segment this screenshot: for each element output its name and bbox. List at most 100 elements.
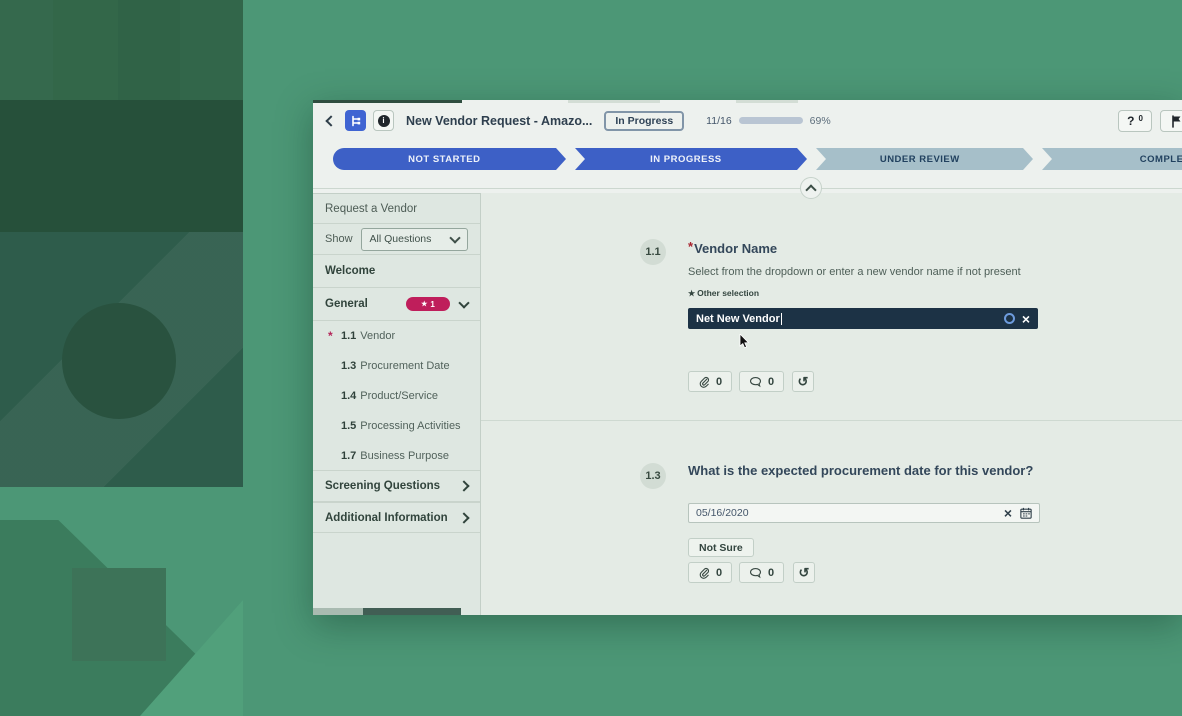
stage-not-started[interactable]: NOT STARTED	[333, 148, 556, 170]
top-bar: i New Vendor Request - Amazo... In Progr…	[313, 100, 1182, 141]
question-label: Vendor	[360, 330, 395, 342]
help-count: 0	[1138, 114, 1142, 123]
history-button[interactable]: ↺	[792, 371, 814, 392]
bg-block	[53, 0, 118, 100]
bg-square	[72, 568, 166, 661]
required-count-badge: ★ 1	[406, 297, 450, 311]
chevron-up-icon	[805, 184, 816, 195]
comments-button[interactable]: 0	[739, 562, 784, 583]
attachment-count: 0	[716, 567, 722, 579]
sidebar-item-screening-questions[interactable]: Screening Questions	[313, 471, 480, 502]
sidebar-item-additional-information[interactable]: Additional Information	[313, 502, 480, 533]
required-asterisk: *	[688, 239, 693, 254]
text-caret	[781, 313, 782, 325]
question-description: Select from the dropdown or enter a new …	[688, 266, 1021, 278]
stage-in-progress[interactable]: IN PROGRESS	[575, 148, 798, 170]
chevron-right-icon	[458, 512, 469, 523]
question-filter-select[interactable]: All Questions	[361, 228, 468, 251]
sidebar-item-general[interactable]: General ★ 1	[313, 288, 480, 321]
outline-tree-button[interactable]	[345, 110, 366, 131]
sidebar-item-q1-3[interactable]: 1.3 Procurement Date	[313, 351, 480, 381]
history-icon: ↺	[798, 375, 809, 388]
chevron-left-icon	[325, 115, 336, 126]
stage-complete[interactable]: COMPLETE	[1042, 148, 1182, 170]
question-nav-sidebar: Request a Vendor Show All Questions Welc…	[313, 193, 481, 615]
help-button[interactable]: ? 0	[1118, 110, 1152, 132]
question-number: 1.7	[341, 450, 356, 462]
paperclip-icon	[698, 376, 710, 388]
filter-value: All Questions	[370, 233, 432, 245]
screenshot-artifact-bar	[313, 608, 461, 615]
history-button[interactable]: ↺	[793, 562, 815, 583]
back-button[interactable]	[327, 117, 335, 125]
info-button[interactable]: i	[373, 110, 394, 131]
chevron-down-icon	[449, 232, 460, 243]
workflow-stage-bar: NOT STARTED IN PROGRESS UNDER REVIEW COM…	[333, 148, 1182, 170]
question-label: Product/Service	[360, 390, 438, 402]
attachment-count: 0	[716, 376, 722, 388]
star-icon: ★	[421, 300, 427, 308]
sidebar-item-q1-4[interactable]: 1.4 Product/Service	[313, 381, 480, 411]
other-selection-label: Other selection	[697, 288, 759, 298]
app-window: i New Vendor Request - Amazo... In Progr…	[313, 100, 1182, 615]
attachments-button[interactable]: 0	[688, 562, 732, 583]
comment-icon	[749, 567, 762, 579]
other-selection-tag: ★ Other selection	[688, 288, 759, 298]
clear-icon[interactable]: ×	[1022, 312, 1030, 326]
paperclip-icon	[698, 567, 710, 579]
status-badge: In Progress	[604, 111, 684, 131]
bg-ellipse	[62, 303, 176, 419]
progress-percent: 69%	[810, 115, 831, 127]
bg-block	[0, 0, 53, 100]
sidebar-item-q1-1[interactable]: * 1.1 Vendor	[313, 321, 480, 351]
sidebar-item-q1-7[interactable]: 1.7 Business Purpose	[313, 441, 480, 471]
sidebar-item-welcome[interactable]: Welcome	[313, 255, 480, 288]
request-title: New Vendor Request - Amazo...	[406, 114, 592, 128]
clear-icon[interactable]: ×	[1004, 506, 1012, 520]
chevron-down-icon	[458, 297, 469, 308]
collapse-stages-button[interactable]	[800, 177, 822, 199]
question-number-badge: 1.1	[640, 239, 666, 265]
not-sure-button[interactable]: Not Sure	[688, 538, 754, 557]
calendar-icon[interactable]	[1020, 507, 1032, 519]
show-label: Show	[325, 233, 353, 245]
question-number: 1.3	[341, 360, 356, 372]
vendor-name-input[interactable]: Net New Vendor ×	[688, 308, 1038, 329]
question-number: 1.4	[341, 390, 356, 402]
comment-icon	[749, 376, 762, 388]
question-label: Processing Activities	[360, 420, 460, 432]
question-mark-icon: ?	[1127, 114, 1134, 128]
bg-dark-band	[0, 100, 243, 232]
question-title-text: Vendor Name	[694, 241, 777, 256]
comment-count: 0	[768, 567, 774, 579]
attachments-button[interactable]: 0	[688, 371, 732, 392]
stage-under-review[interactable]: UNDER REVIEW	[816, 148, 1023, 170]
badge-count: 1	[430, 300, 434, 309]
required-marker: *	[328, 329, 333, 343]
comments-button[interactable]: 0	[739, 371, 784, 392]
loading-spinner-icon	[1004, 313, 1015, 324]
star-icon: ★	[688, 289, 695, 298]
divider	[313, 188, 1182, 189]
flag-button[interactable]: 0	[1160, 110, 1182, 132]
flag-icon	[1171, 115, 1182, 128]
procurement-date-field[interactable]: ×	[688, 503, 1040, 523]
comment-count: 0	[768, 376, 774, 388]
date-input[interactable]	[696, 507, 996, 519]
sidebar-item-q1-5[interactable]: 1.5 Processing Activities	[313, 411, 480, 441]
section-label: Additional Information	[325, 512, 448, 524]
sidebar-header: Request a Vendor	[313, 194, 480, 224]
sitemap-icon	[350, 115, 362, 127]
filter-row: Show All Questions	[313, 224, 480, 255]
bg-block	[180, 0, 243, 100]
info-icon: i	[378, 115, 390, 127]
question-label: Procurement Date	[360, 360, 449, 372]
question-number: 1.5	[341, 420, 356, 432]
vendor-name-value: Net New Vendor	[696, 313, 780, 325]
progress-bar	[739, 117, 803, 124]
bg-block-row	[0, 0, 243, 100]
question-title: *Vendor Name	[688, 239, 777, 256]
mouse-cursor	[739, 334, 751, 350]
question-content-area: 1.1 *Vendor Name Select from the dropdow…	[481, 193, 1182, 615]
section-label: Screening Questions	[325, 480, 440, 492]
